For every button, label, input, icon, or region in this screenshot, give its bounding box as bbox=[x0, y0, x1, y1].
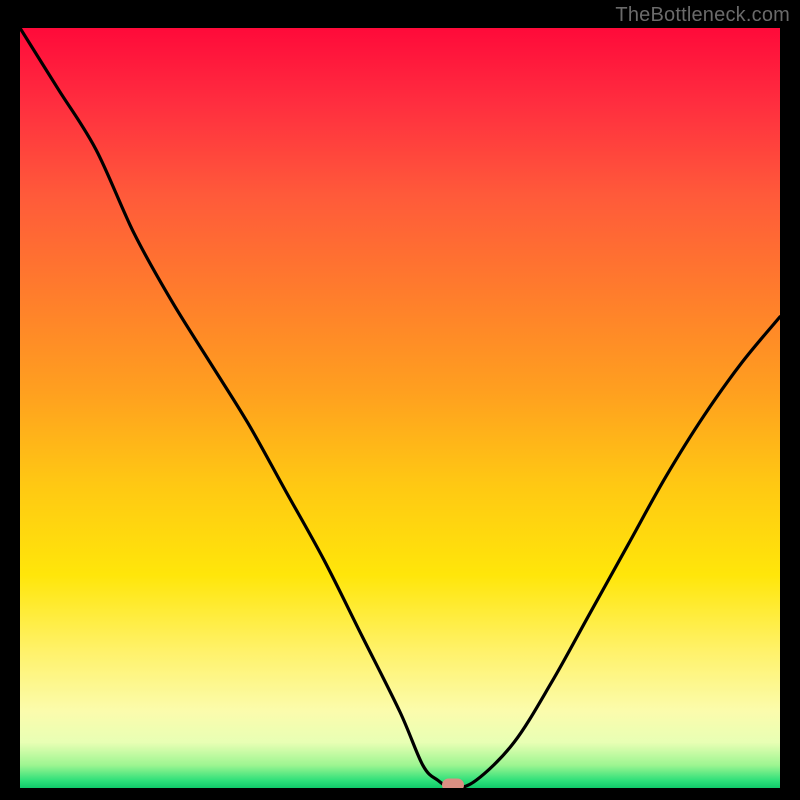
optimum-marker bbox=[442, 779, 464, 789]
plot-area bbox=[20, 28, 780, 788]
bottleneck-curve bbox=[20, 28, 780, 788]
watermark-text: TheBottleneck.com bbox=[615, 4, 790, 27]
curve-path bbox=[20, 28, 780, 788]
chart-stage: TheBottleneck.com bbox=[0, 0, 800, 800]
